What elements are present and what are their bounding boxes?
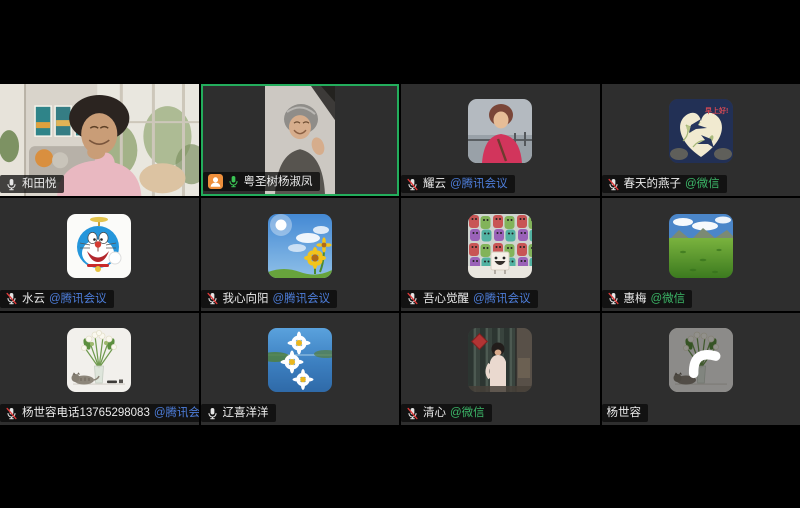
participant-label: 我心向阳 @腾讯会议 [201,290,338,308]
participant-tile-active-speaker[interactable]: 粤圣树杨淑凤 [201,84,400,196]
participant-tile[interactable]: 清心 @微信 [401,313,600,425]
participant-tile[interactable]: 我心向阳 @腾讯会议 [201,198,400,310]
avatar [468,214,532,278]
participant-tile[interactable]: 耀云 @腾讯会议 [401,84,600,196]
avatar: 早上好! [669,99,733,163]
participant-tile[interactable]: 惠梅 @微信 [602,198,800,310]
avatar [268,328,332,392]
participant-name: 杨世容电话13765298083 [22,406,150,420]
avatar-greeting-text: 早上好! [705,106,728,115]
avatar-flower-vase-cat [67,328,131,392]
participant-name: 惠梅 [624,292,647,306]
participant-label: 杨世容电话13765298083 @腾讯会议 [0,404,199,422]
avatar [669,214,733,278]
letterbox-top [0,0,800,84]
letterbox-bottom [0,425,800,508]
participant-tile[interactable]: 辽喜洋洋 [201,313,400,425]
avatar-green-meadow [669,214,733,278]
participant-label: 粤圣树杨淑凤 [203,172,320,191]
avatar-person-by-curtain [468,328,532,392]
platform-suffix: @微信 [651,292,686,306]
participant-grid: 和田悦 粤圣树杨淑凤 [0,84,800,425]
participant-label: 春天的燕子 @微信 [602,175,727,193]
participant-label: 耀云 @腾讯会议 [401,175,515,193]
participant-label: 吾心觉醒 @腾讯会议 [401,290,538,308]
participant-tile[interactable]: 杨世容电话13765298083 @腾讯会议 [0,313,199,425]
mic-muted-icon [206,292,219,305]
participant-label: 水云 @腾讯会议 [0,290,114,308]
avatar-daisies-over-lake [268,328,332,392]
mic-muted-icon [607,178,620,191]
avatar [468,99,532,163]
mic-muted-icon [406,178,419,191]
avatar-heart-with-swallows: 早上好! [669,99,733,163]
participant-name: 杨世容 [607,406,642,420]
mic-speaking-icon [227,175,240,188]
participant-label: 清心 @微信 [401,404,492,422]
avatar [67,328,131,392]
participant-tile[interactable]: 和田悦 [0,84,199,196]
mic-muted-icon [5,407,18,420]
participant-name: 耀云 [423,177,446,191]
participant-name: 春天的燕子 [624,177,682,191]
platform-suffix: @腾讯会议 [450,177,508,191]
mic-muted-icon [406,292,419,305]
platform-suffix: @腾讯会议 [273,292,331,306]
participant-name: 和田悦 [22,177,57,191]
platform-suffix: @腾讯会议 [154,406,199,420]
platform-suffix: @微信 [450,406,485,420]
platform-suffix: @腾讯会议 [49,292,107,306]
participant-name: 清心 [423,406,446,420]
participant-name: 水云 [22,292,45,306]
platform-suffix: @腾讯会议 [473,292,531,306]
mic-on-icon [5,178,18,191]
participant-label: 辽喜洋洋 [201,404,276,422]
avatar-woman-by-water [468,99,532,163]
avatar-cartoon-crowd [468,214,532,278]
mic-muted-icon [607,292,620,305]
avatar-flower-vase-cat-dimmed [669,328,733,392]
participant-tile[interactable]: 吾心觉醒 @腾讯会议 [401,198,600,310]
avatar-doraemon [67,214,131,278]
platform-suffix: @微信 [685,177,720,191]
participant-label: 惠梅 @微信 [602,290,693,308]
participant-name: 粤圣树杨淑凤 [244,175,313,189]
mic-muted-icon [406,407,419,420]
participant-tile[interactable]: 水云 @腾讯会议 [0,198,199,310]
mic-on-icon [206,407,219,420]
participant-name: 我心向阳 [223,292,269,306]
avatar [67,214,131,278]
avatar [468,328,532,392]
participant-name: 辽喜洋洋 [223,406,269,420]
participant-tile[interactable]: 早上好! 春天的燕子 @微信 [602,84,800,196]
participant-name: 吾心觉醒 [423,292,469,306]
avatar [268,214,332,278]
participant-tile[interactable]: 杨世容 [602,313,800,425]
avatar-sun-and-sunflowers [268,214,332,278]
participant-label: 和田悦 [0,175,64,193]
avatar [669,328,733,392]
presenter-badge-icon [208,174,223,189]
participant-label: 杨世容 [602,404,649,422]
mic-muted-icon [5,292,18,305]
